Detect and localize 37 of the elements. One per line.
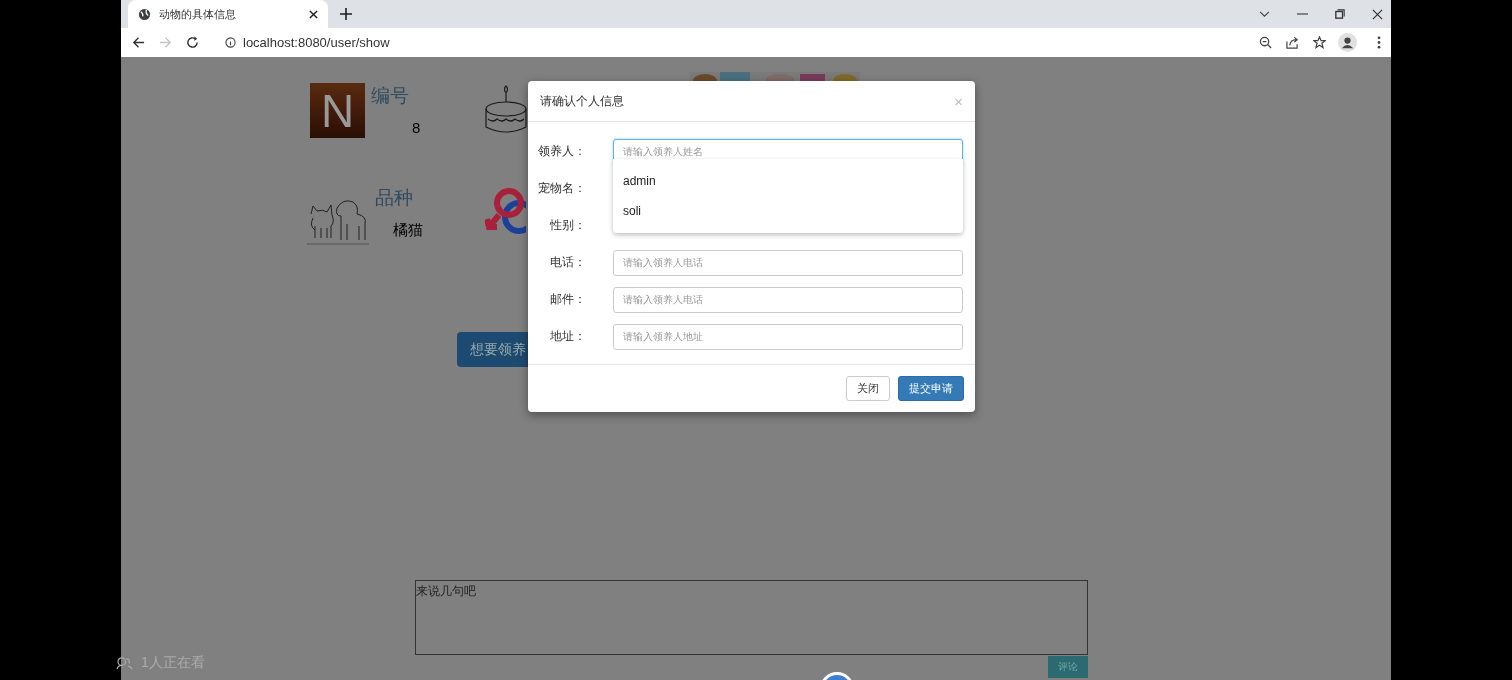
chevron-down-icon[interactable] [1259,10,1270,18]
share-icon[interactable] [1286,36,1299,49]
field-label: 邮件： [549,291,586,308]
field-label: 性别： [549,217,586,234]
field-label: 宠物名： [537,180,586,197]
submit-button[interactable]: 提交申请 [898,376,964,401]
reload-icon[interactable] [186,36,199,49]
menu-icon[interactable] [1377,36,1381,49]
suggestion-item[interactable]: soli [613,196,963,226]
field-label: 地址： [549,328,586,345]
globe-icon [138,7,151,21]
close-icon[interactable] [309,9,318,19]
star-icon[interactable] [1313,36,1326,49]
browser-tab[interactable]: 动物的具体信息 [128,0,328,28]
zoom-icon[interactable] [1259,36,1272,49]
dialog-title: 请确认个人信息 [540,92,624,110]
field-label: 电话： [549,254,586,271]
people-icon [116,656,133,670]
input-field[interactable]: 请输入领养人电话 [613,249,963,276]
new-tab-icon[interactable] [340,8,352,20]
letter-tile-icon: N [310,83,365,138]
close-icon[interactable] [1372,8,1383,20]
info-label: 品种 [375,185,414,210]
input-field[interactable]: 请输入领养人电话 [613,286,963,313]
info-label: 编号 [371,83,410,108]
input-field[interactable]: 请输入领养人地址 [613,323,963,350]
restore-icon[interactable] [1335,9,1345,19]
suggestion-item[interactable]: admin [613,166,963,196]
close-button[interactable]: 关闭 [846,376,890,401]
comment-field[interactable]: 来说几句吧 [415,580,1088,655]
field-label: 领养人： [537,143,586,160]
profile-icon[interactable] [1338,33,1357,52]
url-text[interactable]: localhost:8080/user/show [243,35,390,50]
info-value: 8 [412,119,421,136]
info-icon[interactable] [225,37,236,48]
back-arrow-icon[interactable] [132,36,145,49]
info-value: 橘猫 [393,221,423,240]
